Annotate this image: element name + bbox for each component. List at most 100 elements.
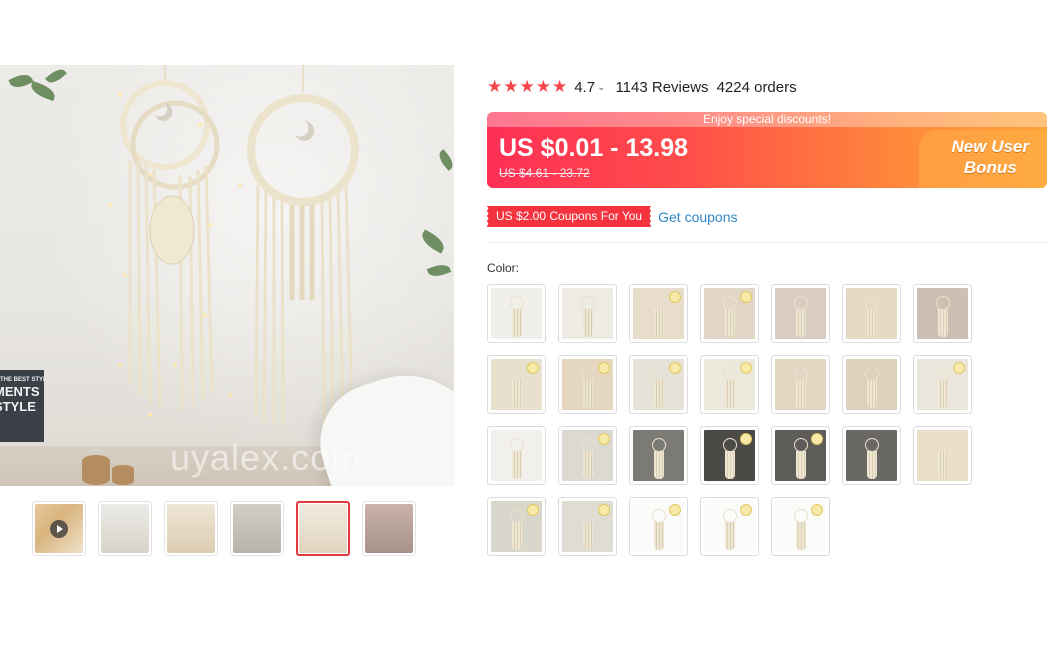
- color-swatch-image: [562, 359, 613, 410]
- thumbnail-video[interactable]: [32, 501, 86, 556]
- dream-catcher-fringe: [795, 380, 806, 408]
- get-coupons-link[interactable]: Get coupons: [658, 209, 737, 225]
- color-swatch[interactable]: [771, 497, 830, 556]
- color-swatch[interactable]: [771, 355, 830, 414]
- color-swatch-image: [562, 288, 613, 339]
- reviews-count[interactable]: 1143 Reviews: [615, 79, 708, 96]
- color-swatch-image: [775, 359, 826, 410]
- color-swatch-image: [704, 288, 755, 339]
- thumbnail[interactable]: [164, 501, 218, 556]
- dream-catcher-fringe: [795, 451, 806, 479]
- dream-catcher-ring: [722, 296, 737, 310]
- color-swatch-image: [775, 430, 826, 481]
- dream-catcher-ring: [651, 509, 666, 523]
- dream-catcher-ring: [935, 438, 950, 452]
- light-bulb-icon: [811, 504, 823, 516]
- color-swatch[interactable]: [700, 426, 759, 485]
- dream-catcher-ring: [793, 509, 808, 523]
- dream-catcher-ring: [722, 438, 737, 452]
- dream-catcher-ring: [935, 296, 950, 310]
- color-swatch[interactable]: [842, 355, 901, 414]
- dream-catcher-fringe: [724, 309, 735, 337]
- light-bulb-icon: [740, 291, 752, 303]
- dream-catcher-fringe: [511, 380, 522, 408]
- discount-note: Enjoy special discounts!: [487, 112, 1047, 127]
- dream-catcher-ring: [509, 509, 524, 523]
- thumbnail[interactable]: [230, 501, 284, 556]
- dream-catcher-fringe: [653, 309, 664, 337]
- light-bulb-icon: [740, 504, 752, 516]
- color-swatch-image: [633, 501, 684, 552]
- chevron-down-icon[interactable]: ⌄: [597, 82, 605, 93]
- dream-catcher-ring: [651, 367, 666, 381]
- thumbnail-image: [167, 504, 215, 553]
- dream-catcher-ring: [580, 367, 595, 381]
- rating-value[interactable]: 4.7: [574, 79, 595, 96]
- book-line-2: STYLE: [0, 399, 36, 414]
- original-price: US $4.61 - 23.72: [499, 166, 590, 180]
- color-swatch[interactable]: [558, 284, 617, 343]
- dream-catcher-fringe: [866, 309, 877, 337]
- light-bulb-icon: [527, 504, 539, 516]
- light-bulb-icon: [669, 504, 681, 516]
- dream-catcher-fringe: [724, 451, 735, 479]
- thumbnail-selected[interactable]: [296, 501, 350, 556]
- dream-catcher-ring: [935, 367, 950, 381]
- wood-stump: [112, 465, 134, 485]
- book-line-1: MENTS: [0, 384, 40, 399]
- color-swatch[interactable]: [629, 355, 688, 414]
- dream-catcher-ring: [580, 438, 595, 452]
- dream-catcher-ring: [864, 296, 879, 310]
- color-swatch-image: [917, 359, 968, 410]
- thumbnail[interactable]: [98, 501, 152, 556]
- color-swatch[interactable]: [487, 355, 546, 414]
- main-product-image[interactable]: THE BEST STYLE MENTS STYLE uyalex.com: [0, 65, 454, 486]
- light-bulb-icon: [527, 362, 539, 374]
- color-swatch-grid: [487, 284, 972, 556]
- current-price: US $0.01 - 13.98: [499, 134, 689, 162]
- color-swatch-image: [917, 288, 968, 339]
- coupon-row: US $2.00 Coupons For You Get coupons: [485, 206, 738, 227]
- dream-catcher-ring: [580, 509, 595, 523]
- product-page: THE BEST STYLE MENTS STYLE uyalex.com: [0, 0, 1050, 650]
- color-swatch[interactable]: [558, 497, 617, 556]
- color-swatch-image: [775, 288, 826, 339]
- color-swatch-image: [704, 501, 755, 552]
- book-small-text: THE BEST STYLE: [0, 377, 44, 383]
- color-swatch[interactable]: [700, 497, 759, 556]
- dream-catcher-fringe: [582, 380, 593, 408]
- color-swatch[interactable]: [487, 497, 546, 556]
- color-swatch[interactable]: [700, 284, 759, 343]
- new-user-bonus-badge[interactable]: New User Bonus: [907, 130, 1047, 188]
- color-swatch[interactable]: [913, 284, 972, 343]
- light-bulb-icon: [740, 433, 752, 445]
- color-swatch[interactable]: [558, 426, 617, 485]
- color-swatch[interactable]: [487, 284, 546, 343]
- thumbnail[interactable]: [362, 501, 416, 556]
- color-swatch-image: [633, 430, 684, 481]
- color-swatch[interactable]: [629, 497, 688, 556]
- color-swatch[interactable]: [913, 355, 972, 414]
- color-swatch[interactable]: [629, 426, 688, 485]
- color-swatch[interactable]: [913, 426, 972, 485]
- color-swatch[interactable]: [842, 426, 901, 485]
- color-swatch[interactable]: [700, 355, 759, 414]
- color-swatch[interactable]: [558, 355, 617, 414]
- color-swatch[interactable]: [629, 284, 688, 343]
- color-swatch[interactable]: [487, 426, 546, 485]
- dream-catcher-ring: [651, 296, 666, 310]
- color-swatch[interactable]: [771, 426, 830, 485]
- dream-catcher-ring: [509, 367, 524, 381]
- coupon-tag[interactable]: US $2.00 Coupons For You: [485, 206, 652, 227]
- light-bulb-icon: [811, 433, 823, 445]
- dream-catcher-fringe: [582, 451, 593, 479]
- star-rating-icon: ★★★★★: [487, 77, 569, 96]
- dream-catcher-fringe: [795, 522, 806, 550]
- color-swatch[interactable]: [771, 284, 830, 343]
- dream-catcher-fringe: [653, 451, 664, 479]
- color-swatch[interactable]: [842, 284, 901, 343]
- dream-catcher-ring: [580, 296, 595, 310]
- light-bulb-icon: [598, 504, 610, 516]
- thumbnail-image: [365, 504, 413, 553]
- bonus-line-2: Bonus: [963, 158, 1017, 177]
